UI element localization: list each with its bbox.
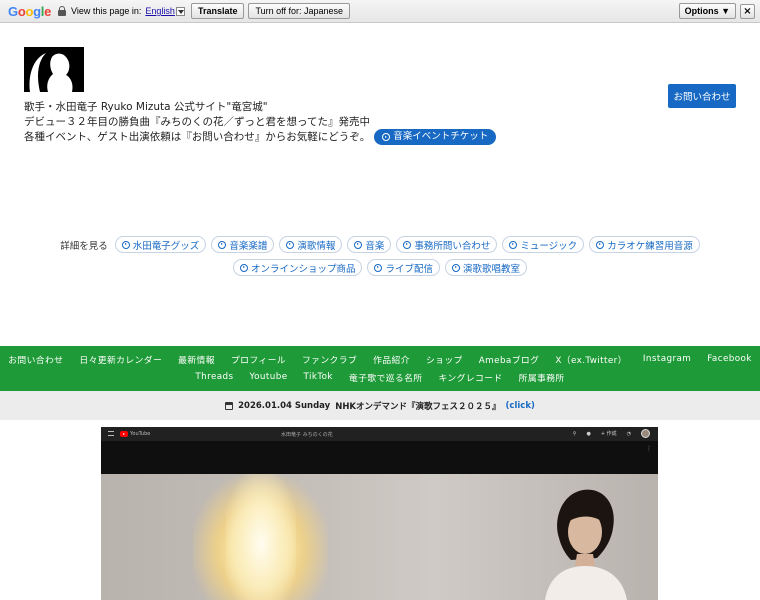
details-tag-label: 事務所問い合わせ <box>414 240 491 252</box>
light-core <box>226 474 296 600</box>
details-label: 詳細を見る <box>60 240 108 252</box>
nav-item[interactable]: ショップ <box>418 353 471 366</box>
details-tag[interactable]: 事務所問い合わせ <box>396 236 498 253</box>
news-click-link[interactable]: (click) <box>506 401 535 411</box>
nav-item[interactable]: 最新情報 <box>170 353 223 366</box>
details-tag[interactable]: 水田竜子グッズ <box>114 236 207 253</box>
play-circle-icon <box>354 240 363 249</box>
details-tags: 詳細を見る 水田竜子グッズ 音楽楽譜 演歌情報 音楽 事務所問い合わせ ミュージック カラオ… <box>0 236 760 282</box>
play-circle-icon <box>121 240 130 249</box>
play-circle-icon <box>239 263 248 272</box>
details-tag[interactable]: 演歌情報 <box>279 236 343 253</box>
nav-item[interactable]: Facebook <box>699 354 760 364</box>
google-logo: Google <box>8 3 52 19</box>
details-row-2: オンラインショップ商品 ライブ配信 演歌歌唱教室 <box>0 259 760 276</box>
translate-button[interactable]: Translate <box>190 3 245 19</box>
calendar-icon <box>225 401 234 410</box>
menu-icon[interactable] <box>108 431 114 436</box>
ticket-button[interactable]: 音楽イベントチケット <box>374 129 497 145</box>
close-icon[interactable]: × <box>740 3 755 19</box>
translate-bar-right: Options ▼ × <box>678 3 755 19</box>
turn-off-button[interactable]: Turn off for: Japanese <box>248 3 351 19</box>
nav-item[interactable]: Amebaブログ <box>471 353 548 366</box>
language-select[interactable]: English <box>145 6 175 16</box>
nav-item[interactable]: 所属事務所 <box>511 371 573 384</box>
details-tag-label: 水田竜子グッズ <box>132 240 200 252</box>
nav-item[interactable]: TikTok <box>296 372 341 382</box>
nav-item[interactable]: Youtube <box>242 372 296 382</box>
youtube-logo[interactable]: YouTube <box>120 431 150 437</box>
create-button[interactable]: + 作成 <box>601 430 617 437</box>
more-icon[interactable]: ⋮ <box>646 445 652 452</box>
options-button[interactable]: Options ▼ <box>678 3 736 19</box>
nav-item[interactable]: プロフィール <box>223 353 294 366</box>
details-tag-label: ミュージック <box>520 240 578 252</box>
details-tag[interactable]: カラオケ練習用音源 <box>589 236 700 253</box>
details-tag[interactable]: ライブ配信 <box>367 259 440 276</box>
site-logo[interactable] <box>24 47 84 92</box>
search-icon[interactable]: ⚲ <box>573 431 577 437</box>
tagline-line-3-text: 各種イベント、ゲスト出演依頼は『お問い合わせ』からお気軽にどうぞ。 <box>24 131 371 143</box>
details-tag-label: ライブ配信 <box>385 263 433 275</box>
nav-item[interactable]: Instagram <box>635 354 699 364</box>
play-circle-icon <box>403 240 412 249</box>
singer-image <box>545 489 627 600</box>
nav-item[interactable]: Threads <box>187 372 241 382</box>
youtube-brand: YouTube <box>130 431 151 437</box>
nav-row-2: Threads Youtube TikTok 竜子歌で巡る名所 キングレコード 所属事務所 <box>0 368 760 386</box>
details-tag[interactable]: ミュージック <box>502 236 585 253</box>
news-headline[interactable]: NHKオンデマンド『演歌フェス２０２５』 <box>335 400 500 412</box>
nav-item[interactable]: お問い合わせ <box>0 353 71 366</box>
play-circle-icon <box>382 133 391 141</box>
news-ticker[interactable]: 2026.01.04 Sunday NHKオンデマンド『演歌フェス２０２５』 (… <box>0 391 760 420</box>
details-tag-label: オンラインショップ商品 <box>250 263 356 275</box>
details-row-1: 詳細を見る 水田竜子グッズ 音楽楽譜 演歌情報 音楽 事務所問い合わせ ミュージック カラオ… <box>0 236 760 253</box>
ticket-button-label: 音楽イベントチケット <box>393 130 489 142</box>
tagline-line-2: デビュー３２年目の勝負曲『みちのくの花／ずっと君を想ってた』発売中 <box>24 115 370 128</box>
youtube-topbar: YouTube 水田竜子 みちのくの花 ⚲ ● + 作成 ◔ <box>101 427 658 441</box>
tagline-line-3: 各種イベント、ゲスト出演依頼は『お問い合わせ』からお気軽にどうぞ。 音楽イベントチ… <box>24 129 497 145</box>
translate-bar: Google View this page in: English Transl… <box>0 0 760 23</box>
youtube-actions: ⚲ ● + 作成 ◔ <box>573 429 650 438</box>
play-circle-icon <box>596 240 605 249</box>
site-tagline: 歌手・水田竜子 Ryuko Mizuta 公式サイト"竜宮城" デビュー３２年目… <box>24 100 497 145</box>
youtube-embed[interactable]: YouTube 水田竜子 みちのくの花 ⚲ ● + 作成 ◔ ⋮ <box>101 427 658 600</box>
nav-item[interactable]: キングレコード <box>431 371 511 384</box>
youtube-play-icon <box>120 431 128 437</box>
view-page-label: View this page in: <box>71 6 142 16</box>
bell-icon[interactable]: ◔ <box>627 431 631 437</box>
news-date: 2026.01.04 Sunday <box>238 400 331 411</box>
details-tag-label: 演歌歌唱教室 <box>463 263 521 275</box>
main-nav: お問い合わせ 日々更新カレンダー 最新情報 プロフィール ファンクラブ 作品紹介 ショップ A… <box>0 346 760 391</box>
tagline-line-1: 歌手・水田竜子 Ryuko Mizuta 公式サイト"竜宮城" <box>24 101 268 113</box>
avatar[interactable] <box>641 429 650 438</box>
details-tag[interactable]: 音楽 <box>347 236 392 253</box>
contact-button[interactable]: お問い合わせ <box>668 84 736 108</box>
nav-item[interactable]: X（ex.Twitter） <box>547 353 635 366</box>
nav-item[interactable]: ファンクラブ <box>294 353 365 366</box>
details-tag[interactable]: 音楽楽譜 <box>211 236 275 253</box>
details-tag[interactable]: 演歌歌唱教室 <box>445 259 528 276</box>
details-tag-label: 音楽 <box>365 240 385 252</box>
nav-item[interactable]: 日々更新カレンダー <box>71 353 170 366</box>
nav-item[interactable]: 竜子歌で巡る名所 <box>341 371 431 384</box>
play-circle-icon <box>509 240 518 249</box>
details-tag[interactable]: オンラインショップ商品 <box>232 259 363 276</box>
play-circle-icon <box>218 240 227 249</box>
nav-item[interactable]: 作品紹介 <box>365 353 418 366</box>
details-tag-label: カラオケ練習用音源 <box>607 240 693 252</box>
play-circle-icon <box>452 263 460 272</box>
lock-icon <box>58 6 67 16</box>
play-circle-icon <box>374 263 383 272</box>
language-dropdown-icon[interactable] <box>175 6 185 16</box>
details-tag-label: 演歌情報 <box>297 240 336 252</box>
nav-row-1: お問い合わせ 日々更新カレンダー 最新情報 プロフィール ファンクラブ 作品紹介 ショップ A… <box>0 350 760 368</box>
video-title: 水田竜子 みちのくの花 <box>281 432 333 438</box>
details-tag-label: 音楽楽譜 <box>229 240 268 252</box>
mic-icon[interactable]: ● <box>586 431 590 437</box>
play-circle-icon <box>286 240 295 249</box>
